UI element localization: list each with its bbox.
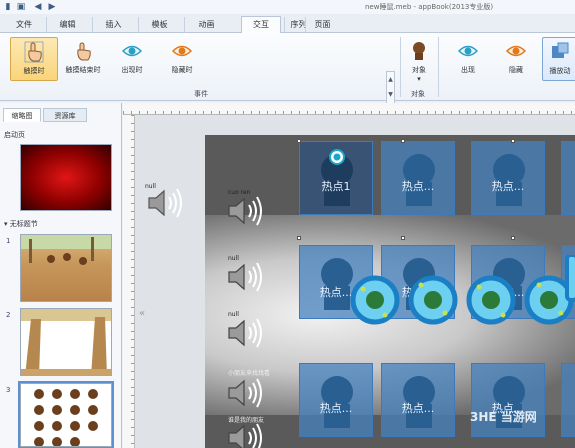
on-hide-button[interactable]: 隐藏时 xyxy=(162,37,202,81)
action-show-label: 出现 xyxy=(461,66,475,74)
group-divider xyxy=(438,37,439,97)
action-hide-label: 隐藏 xyxy=(509,66,523,74)
play-animation-icon xyxy=(552,42,569,58)
speaker-icon[interactable] xyxy=(225,259,265,295)
tab-thumbnails[interactable]: 缩略图 xyxy=(3,108,41,122)
object-button[interactable]: 对象 ▾ xyxy=(404,37,434,83)
hotspot-label: 热点1 xyxy=(321,180,351,193)
title-bar: ▮ ▣ ◀ ▶ new睡鼠.meb - appBook(2013专业版) xyxy=(0,0,575,14)
scroll-up-icon[interactable]: ▲ xyxy=(387,72,394,87)
eye-open-icon xyxy=(121,45,143,57)
on-appear-label: 出现时 xyxy=(121,66,143,74)
slide-number: 1 xyxy=(6,237,11,245)
tab-resource-library[interactable]: 资源库 xyxy=(43,108,87,122)
speaker-icon[interactable] xyxy=(225,420,265,448)
ribbon-tab-bar: 文件 编辑 插入 模板 动画 交互 序列 页面 xyxy=(0,14,575,34)
start-page-thumbnail[interactable] xyxy=(20,144,112,211)
editor-canvas[interactable]: « null cuo ren null null 小朋友来找找看 谁是我的朋友 … xyxy=(123,103,575,448)
tab-file[interactable]: 文件 xyxy=(6,17,42,33)
slide-thumbnail-1[interactable] xyxy=(20,234,112,302)
group-divider xyxy=(400,37,401,97)
hotspot-label: 热点... xyxy=(319,402,353,415)
eye-show-icon xyxy=(457,45,479,57)
save-icon[interactable]: ▣ xyxy=(16,2,26,12)
slide-number: 2 xyxy=(6,311,11,319)
slide-thumbnail-3[interactable] xyxy=(18,381,114,448)
touch-end-label: 触摸结束时 xyxy=(65,66,101,74)
character-object-icon xyxy=(413,42,425,60)
hotspot-label: 热点... xyxy=(491,180,525,193)
tab-interaction[interactable]: 交互 xyxy=(241,16,281,34)
tree-scene-image xyxy=(21,309,111,375)
section-untitled-label: 无标题节 xyxy=(9,220,38,228)
hotspot[interactable] xyxy=(561,363,575,437)
section-collapse-icon[interactable]: ▾ xyxy=(4,220,8,228)
hotspot-label: 热点... xyxy=(401,402,435,415)
ribbon: 触摸时 触摸结束时 出现时 隐藏时 ▲ ▼ ▾ 事件 对象 ▾ xyxy=(0,33,575,117)
events-group-label: 事件 xyxy=(194,90,208,98)
hotspot[interactable]: 热点... xyxy=(381,363,455,437)
hotspot[interactable] xyxy=(561,141,575,215)
tab-page[interactable]: 页面 xyxy=(305,17,339,33)
object-button-label: 对象 xyxy=(412,66,426,74)
hotspot[interactable]: 热点... xyxy=(299,363,373,437)
hotspot[interactable]: 热点... xyxy=(381,141,455,215)
redo-icon[interactable]: ▶ xyxy=(47,2,57,12)
on-appear-button[interactable]: 出现时 xyxy=(112,37,152,81)
horizontal-ruler xyxy=(123,103,575,115)
scroll-down-icon[interactable]: ▼ xyxy=(387,87,394,102)
speaker-icon[interactable] xyxy=(225,315,265,351)
vertical-ruler xyxy=(123,115,135,448)
action-hide-button[interactable]: 隐藏 xyxy=(496,37,536,81)
touch-start-button[interactable]: 触摸时 xyxy=(10,37,58,81)
characters-grid-image xyxy=(34,389,98,446)
pane-collapse-icon[interactable]: « xyxy=(139,308,145,319)
speaker-icon[interactable] xyxy=(145,185,185,221)
hotspot-selected[interactable]: 热点1 xyxy=(299,141,373,215)
resize-handle[interactable] xyxy=(511,139,515,143)
window-title: new睡鼠.meb - appBook(2013专业版) xyxy=(365,3,494,11)
resize-handle[interactable] xyxy=(401,139,405,143)
forest-scene-image xyxy=(21,235,111,265)
site-watermark: 3HE 当游网 xyxy=(470,410,537,424)
section-untitled[interactable]: ▾ 无标题节 xyxy=(4,219,38,229)
on-hide-label: 隐藏时 xyxy=(171,66,193,74)
tab-edit[interactable]: 编辑 xyxy=(46,17,88,33)
resize-handle[interactable] xyxy=(401,236,405,240)
hotspot-label: 热点... xyxy=(401,180,435,193)
resize-handle[interactable] xyxy=(297,236,301,240)
speaker-icon[interactable] xyxy=(225,375,265,411)
hand-touch-icon xyxy=(24,41,44,63)
tab-template[interactable]: 模板 xyxy=(138,17,180,33)
app-logo-icon[interactable]: ▮ xyxy=(3,2,13,12)
target-marker-icon[interactable] xyxy=(328,148,346,166)
action-play-animation-button[interactable]: 播放动 xyxy=(542,37,575,81)
object-group-label: 对象 xyxy=(411,90,425,98)
object-dropdown-icon[interactable]: ▾ xyxy=(404,75,434,83)
touch-end-button[interactable]: 触摸结束时 xyxy=(60,37,106,81)
action-show-button[interactable]: 出现 xyxy=(448,37,488,81)
page-stage[interactable]: cuo ren null null 小朋友来找找看 谁是我的朋友 热点1 热点.… xyxy=(205,135,575,448)
tab-insert[interactable]: 插入 xyxy=(92,17,134,33)
speaker-icon[interactable] xyxy=(225,193,265,229)
touch-start-label: 触摸时 xyxy=(23,67,45,75)
slide-thumbnail-2[interactable] xyxy=(20,308,112,376)
slide-number: 3 xyxy=(6,386,11,394)
action-play-animation-label: 播放动 xyxy=(549,67,571,75)
hotspot[interactable]: 热点... xyxy=(471,141,545,215)
section-start-page[interactable]: 启动页 xyxy=(4,130,25,140)
resize-handle[interactable] xyxy=(511,236,515,240)
eye-hidden-icon xyxy=(171,45,193,57)
tab-animation[interactable]: 动画 xyxy=(184,17,228,33)
undo-icon[interactable]: ◀ xyxy=(33,2,43,12)
hotspot[interactable]: 热点... xyxy=(471,363,545,437)
resize-handle[interactable] xyxy=(297,139,301,143)
good-wordart-image[interactable] xyxy=(345,255,575,335)
eye-hide-icon xyxy=(505,45,527,57)
slide-thumbnail-pane: 缩略图 资源库 启动页 ▾ 无标题节 1 2 3 xyxy=(0,103,122,448)
hand-release-icon xyxy=(77,42,91,61)
